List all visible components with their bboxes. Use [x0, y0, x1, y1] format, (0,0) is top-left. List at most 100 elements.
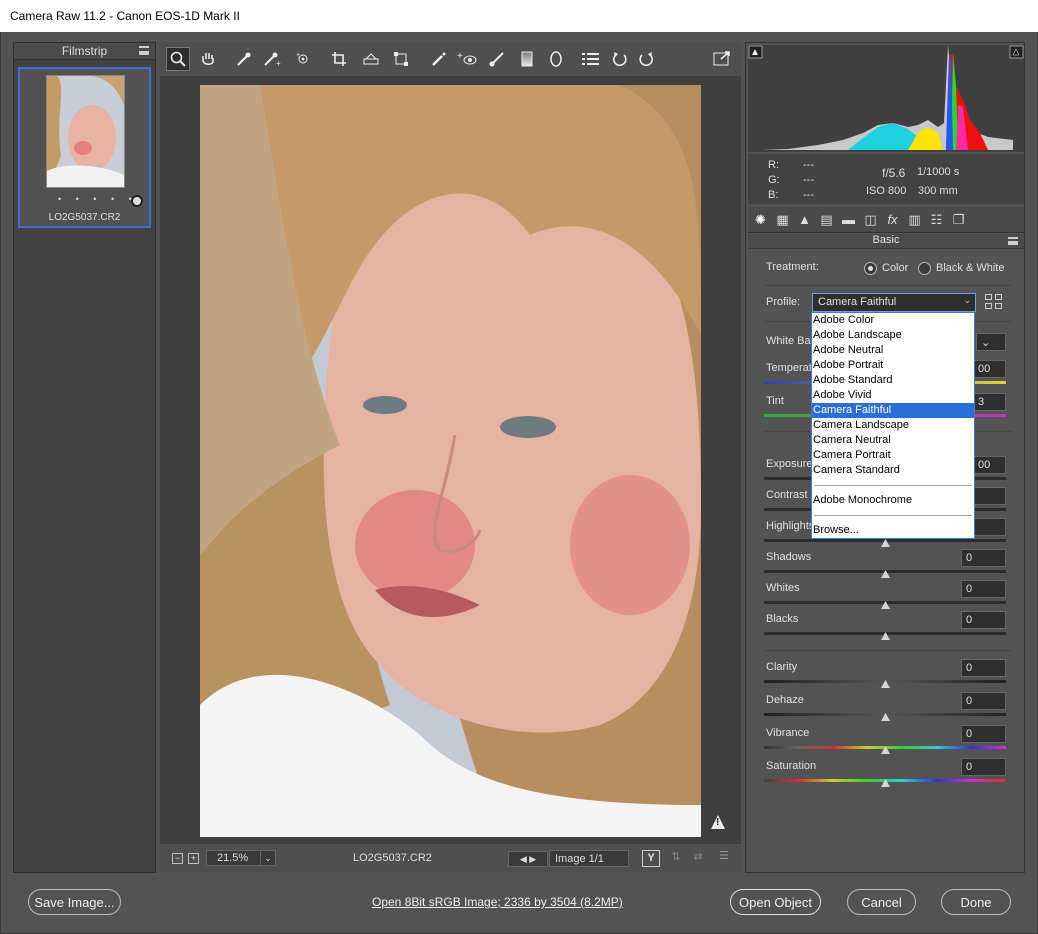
- focal-length: 300 mm: [918, 185, 958, 197]
- blacks-field[interactable]: 0: [961, 611, 1006, 629]
- crop-icon[interactable]: [328, 47, 352, 71]
- b-label: B:: [768, 189, 779, 201]
- profile-option[interactable]: Camera Landscape: [812, 418, 974, 433]
- preview-bottom-bar: − + 21.5% ⌄ LO2G5037.CR2 ◀ ▶ Image 1/1 Y…: [160, 845, 741, 872]
- treatment-label: Treatment:: [766, 261, 819, 273]
- red-eye-icon[interactable]: +: [455, 47, 479, 71]
- white-balance-select[interactable]: ⌄: [976, 333, 1006, 351]
- transform-icon[interactable]: [389, 47, 413, 71]
- filmstrip-menu-icon[interactable]: [139, 46, 149, 55]
- straighten-icon[interactable]: [359, 47, 383, 71]
- profile-option[interactable]: Adobe Vivid: [812, 388, 974, 403]
- targeted-adjustment-icon[interactable]: +: [292, 47, 316, 71]
- snapshots-tab-icon[interactable]: ❐: [950, 211, 967, 228]
- rotate-right-icon[interactable]: [634, 47, 658, 71]
- shutter-speed: 1/1000 s: [917, 166, 960, 178]
- black-white-radio[interactable]: [918, 262, 931, 275]
- whites-label: Whites: [766, 582, 800, 594]
- clarity-field[interactable]: 0: [961, 659, 1006, 677]
- zoom-dropdown-icon[interactable]: ⌄: [260, 850, 276, 866]
- profile-label: Profile:: [766, 296, 801, 308]
- basic-menu-icon[interactable]: [1008, 237, 1018, 245]
- profile-option-monochrome[interactable]: Adobe Monochrome: [812, 493, 974, 508]
- zoom-level-field[interactable]: 21.5%: [206, 850, 264, 866]
- image-nav-arrows[interactable]: ◀ ▶: [508, 851, 548, 867]
- iso: ISO 800: [866, 185, 907, 197]
- profile-option[interactable]: Adobe Portrait: [812, 358, 974, 373]
- dehaze-label: Dehaze: [766, 694, 804, 706]
- adjustment-brush-icon[interactable]: [485, 47, 509, 71]
- color-radio[interactable]: [864, 262, 877, 275]
- profile-option[interactable]: Adobe Color: [812, 313, 974, 328]
- spot-removal-icon[interactable]: [427, 47, 451, 71]
- vibrance-label: Vibrance: [766, 727, 810, 739]
- profile-dropdown-menu: Adobe Color Adobe Landscape Adobe Neutra…: [811, 312, 975, 539]
- profile-option[interactable]: Adobe Neutral: [812, 343, 974, 358]
- swap-settings-icon[interactable]: ⇅: [667, 850, 685, 867]
- cancel-button[interactable]: Cancel: [847, 889, 916, 915]
- before-after-view-button[interactable]: Y: [642, 850, 660, 867]
- preferences-icon[interactable]: [579, 47, 603, 71]
- white-balance-label: White Bal: [766, 335, 814, 347]
- highlights-label: Highlights: [766, 520, 815, 532]
- zoom-out-button[interactable]: −: [172, 853, 183, 864]
- color-sampler-icon[interactable]: +: [260, 47, 284, 71]
- window-title: Camera Raw 11.2 - Canon EOS-1D Mark II: [10, 9, 240, 23]
- white-balance-icon[interactable]: [232, 47, 256, 71]
- warning-icon[interactable]: !: [711, 815, 725, 829]
- profile-browse-option[interactable]: Browse...: [812, 523, 974, 538]
- basic-section-title: Basic: [872, 234, 900, 246]
- profile-browser-icon[interactable]: [985, 294, 1003, 310]
- bottom-filename: LO2G5037.CR2: [353, 852, 432, 864]
- profile-select[interactable]: Camera Faithful ⌄: [812, 293, 976, 312]
- b-value: ---: [803, 189, 814, 201]
- save-image-button[interactable]: Save Image...: [28, 889, 121, 915]
- hsl-tab-icon[interactable]: ▤: [818, 211, 835, 228]
- open-object-button[interactable]: Open Object: [730, 889, 821, 915]
- profile-option[interactable]: Camera Portrait: [812, 448, 974, 463]
- hand-tool-icon[interactable]: [196, 47, 220, 71]
- dehaze-field[interactable]: 0: [961, 692, 1006, 710]
- calibration-tab-icon[interactable]: ▥: [906, 211, 923, 228]
- lens-tab-icon[interactable]: ◫: [862, 211, 879, 228]
- copy-settings-icon[interactable]: ⇄: [689, 850, 707, 867]
- profile-option[interactable]: Adobe Standard: [812, 373, 974, 388]
- graduated-filter-icon[interactable]: [515, 47, 539, 71]
- contrast-label: Contrast: [766, 489, 808, 501]
- profile-option[interactable]: Adobe Landscape: [812, 328, 974, 343]
- effects-tab-icon[interactable]: fx: [884, 211, 901, 228]
- tint-label: Tint: [766, 395, 784, 407]
- detail-tab-icon[interactable]: ▲: [796, 211, 813, 228]
- whites-field[interactable]: 0: [961, 580, 1006, 598]
- basic-tab-icon[interactable]: ✺: [752, 211, 769, 228]
- profile-select-value: Camera Faithful: [818, 296, 897, 308]
- sync-icon: [131, 195, 143, 207]
- clarity-label: Clarity: [766, 661, 798, 673]
- profile-option-selected[interactable]: Camera Faithful: [812, 403, 974, 418]
- vibrance-field[interactable]: 0: [961, 725, 1006, 743]
- chevron-down-icon: ⌄: [963, 295, 971, 305]
- profile-option[interactable]: Camera Neutral: [812, 433, 974, 448]
- fullscreen-icon[interactable]: [710, 47, 734, 71]
- done-button[interactable]: Done: [941, 889, 1011, 915]
- toolbar: + + +: [160, 42, 741, 76]
- preview-photo: [200, 85, 701, 837]
- workflow-options-link[interactable]: Open 8Bit sRGB Image; 2336 by 3504 (8.2M…: [372, 895, 623, 909]
- zoom-tool-icon[interactable]: [166, 47, 190, 71]
- split-toning-tab-icon[interactable]: ▬: [840, 211, 857, 228]
- filmstrip-thumbnail[interactable]: • • • • • LO2G5037.CR2: [18, 67, 151, 228]
- zoom-in-button[interactable]: +: [188, 853, 199, 864]
- toggle-settings-icon[interactable]: ☰: [715, 849, 733, 866]
- filmstrip-header: Filmstrip: [14, 43, 155, 60]
- radial-filter-icon[interactable]: [544, 47, 568, 71]
- thumbnail-rating[interactable]: • • • • •: [58, 194, 138, 204]
- tone-curve-tab-icon[interactable]: ▦: [774, 211, 791, 228]
- saturation-field[interactable]: 0: [961, 758, 1006, 776]
- shadows-field[interactable]: 0: [961, 549, 1006, 567]
- presets-tab-icon[interactable]: ☷: [928, 211, 945, 228]
- rotate-left-icon[interactable]: [608, 47, 632, 71]
- profile-option[interactable]: Camera Standard: [812, 463, 974, 478]
- color-radio-label: Color: [882, 262, 909, 274]
- svg-text:+: +: [296, 52, 300, 59]
- image-preview-area[interactable]: !: [160, 76, 741, 844]
